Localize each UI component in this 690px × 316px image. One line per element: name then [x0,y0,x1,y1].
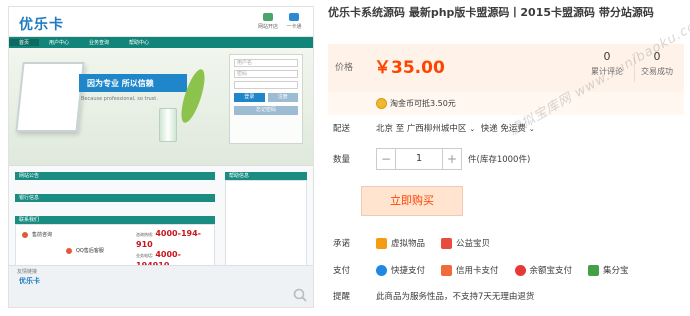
quantity-input[interactable]: 1 [396,148,442,170]
pay-yuebao[interactable]: 余额宝支付 [514,264,572,276]
chevron-down-icon: ⌄ [469,125,476,133]
preview-card-icon: 一卡通 [285,13,303,31]
glass-graphic [159,108,177,142]
zoom-icon[interactable] [293,288,307,302]
reminder-text: 此商品为服务性品，不支持7天无理由退货 [376,292,535,302]
product-preview-image[interactable]: 优乐卡 网站开店 一卡通 首页 用户中心 业务查询 帮助中心 因为专业 所以信赖… [8,6,314,308]
quick-pay-icon [376,264,387,276]
preview-login-box: 用户名 密码 登录 注册 忘记密码 [229,54,303,144]
reminder-row: 提醒 此商品为服务性品，不支持7天无理由退货 [333,292,535,302]
price-value: ￥35.00 [374,58,445,78]
buy-now-button[interactable]: 立即购买 [361,186,463,216]
coin-discount: 淘金币可抵3.50元 [328,92,684,115]
yuebao-icon [514,264,526,276]
quantity-decrement-button[interactable]: − [376,148,396,170]
promise-virtual-item[interactable]: 虚拟物品 [376,237,425,249]
quantity-increment-button[interactable]: + [442,148,462,170]
pay-credit-card[interactable]: 信用卡支付 [441,264,499,276]
coin-icon [376,98,387,109]
preview-nav: 首页 用户中心 业务查询 帮助中心 [9,37,313,48]
preview-contact-box: 售前咨询 QQ售后客服 咨询热线: 4000-194-910 业务电话: 4000-… [15,224,215,291]
stock-text: 件(库存1000件) [468,155,531,165]
payment-row: 支付 快捷支付 信用卡支付 余额宝支付 集分宝 [333,264,629,276]
ship-destination-select[interactable]: 广西柳州城中区 ⌄ [407,122,475,134]
pay-quick[interactable]: 快捷支付 [376,264,425,276]
price-label: 价格 [335,63,354,73]
quantity-row: 数量 − 1 + 件(库存1000件) [333,147,530,171]
laptop-graphic [15,62,85,132]
promise-charity-item[interactable]: 公益宝贝 [441,237,490,249]
charity-icon [441,237,453,249]
preview-footer: 友情链接 优乐卡 [9,265,313,307]
virtual-goods-icon [376,237,387,249]
product-title: 优乐卡系统源码 最新php版卡盟源码丨2015卡盟源码 带分站源码 [328,6,654,19]
jifenbao-icon [588,264,600,276]
preview-shop-icon: 网站开店 [258,13,278,31]
preview-logo: 优乐卡 [19,17,64,33]
banner-subtitle: Because professional, so trust. [81,96,158,102]
pay-jifenbao[interactable]: 集分宝 [588,264,629,276]
preview-header: 优乐卡 网站开店 一卡通 [9,7,313,37]
promise-row: 承诺 虚拟物品 公益宝贝 [333,237,491,249]
credit-card-icon [441,264,453,276]
banner-slogan: 因为专业 所以信赖 [79,74,187,92]
preview-banner: 因为专业 所以信赖 Because professional, so trust… [9,48,313,166]
